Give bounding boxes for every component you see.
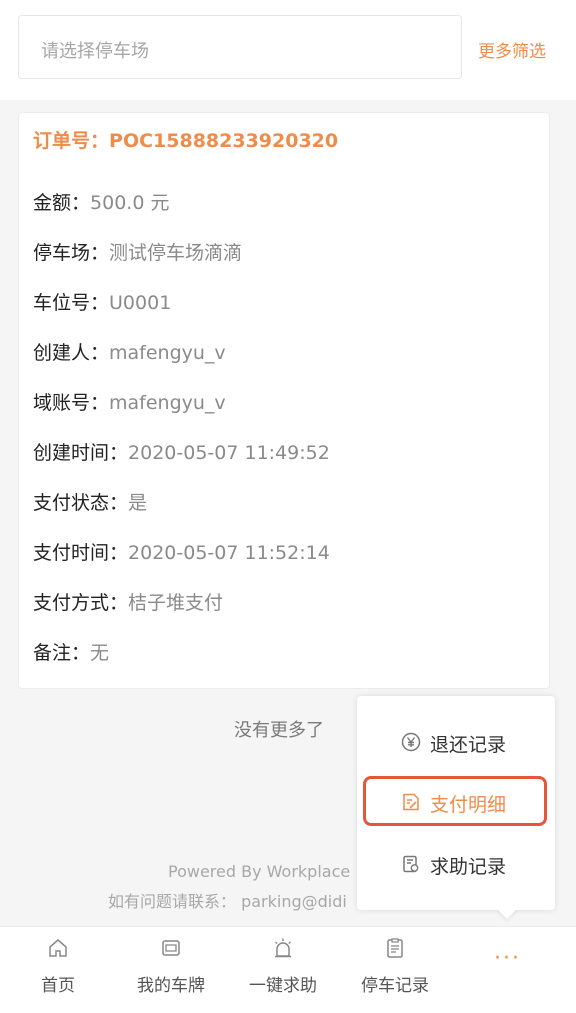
field-key: 车位号： (33, 292, 110, 314)
home-icon (47, 937, 69, 959)
field-key: 支付状态： (33, 492, 129, 514)
order-number-label: 订单号： (33, 130, 110, 152)
field-domain-account: 域账号：mafengyu_v (33, 388, 226, 415)
contact-text: 如有问题请联系： parking@didi (108, 892, 347, 911)
field-key: 停车场： (33, 242, 110, 264)
tab-label: 首页 (41, 976, 75, 996)
field-key: 创建人： (33, 342, 110, 364)
field-amount: 金额：500.0 元 (33, 188, 169, 215)
menu-item-label: 退还记录 (430, 734, 507, 756)
tab-sos[interactable]: 一键求助 (238, 927, 328, 1013)
field-key: 域账号： (33, 392, 110, 414)
field-parking-lot: 停车场：测试停车场滴滴 (33, 238, 242, 265)
order-number: 订单号：POC15888233920320 (33, 126, 338, 153)
field-remark: 备注：无 (33, 638, 109, 665)
tab-home[interactable]: 首页 (18, 927, 98, 1013)
field-key: 备注： (33, 642, 91, 664)
parking-lot-select[interactable]: 请选择停车场 (18, 15, 462, 79)
menu-item-label: 求助记录 (430, 856, 507, 878)
field-key: 金额： (33, 192, 91, 214)
highlight-box (363, 776, 547, 826)
bottom-tab-bar: 首页 我的车牌 一键求助 停车记录 (0, 926, 576, 1013)
field-pay-method: 支付方式：桔子堆支付 (33, 588, 223, 615)
tab-label: 一键求助 (249, 976, 317, 996)
field-value: 2020-05-07 11:49:52 (128, 442, 330, 464)
more-button[interactable]: ··· (494, 946, 521, 971)
field-value: 测试停车场滴滴 (109, 242, 243, 264)
field-value: mafengyu_v (109, 392, 226, 414)
field-created-time: 创建时间：2020-05-07 11:49:52 (33, 438, 330, 465)
field-key: 支付方式： (33, 592, 129, 614)
menu-item-help-record[interactable]: 求助记录 (357, 842, 555, 886)
license-plate-icon (160, 937, 182, 959)
tab-label: 停车记录 (361, 976, 429, 996)
field-key: 创建时间： (33, 442, 129, 464)
parking-lot-select-placeholder: 请选择停车场 (41, 41, 149, 62)
list-end-text: 没有更多了 (234, 720, 324, 741)
menu-item-refund-record[interactable]: 退还记录 (357, 720, 555, 764)
field-value: U0001 (109, 292, 172, 314)
tab-parking-records[interactable]: 停车记录 (350, 927, 440, 1013)
alarm-icon (272, 937, 294, 959)
field-value: 2020-05-07 11:52:14 (128, 542, 330, 564)
more-filter-link[interactable]: 更多筛选 (478, 37, 546, 62)
yen-circle-icon (401, 732, 421, 752)
tab-label: 我的车牌 (137, 976, 205, 996)
field-value: 无 (90, 642, 110, 664)
field-value: 桔子堆支付 (128, 592, 224, 614)
filter-bar: 请选择停车场 更多筛选 (0, 0, 576, 100)
help-record-icon (401, 854, 421, 874)
field-value: 500.0 元 (90, 192, 170, 214)
powered-by-text: Powered By Workplace (168, 862, 351, 881)
order-card: 订单号：POC15888233920320 金额：500.0 元 停车场：测试停… (18, 112, 550, 689)
field-key: 支付时间： (33, 542, 129, 564)
field-pay-status: 支付状态：是 (33, 488, 147, 515)
parking-record-icon (384, 937, 406, 959)
field-value: 是 (128, 492, 148, 514)
field-value: mafengyu_v (109, 342, 226, 364)
field-space-no: 车位号：U0001 (33, 288, 171, 315)
order-number-value: POC15888233920320 (109, 130, 339, 152)
tab-my-plates[interactable]: 我的车牌 (126, 927, 216, 1013)
field-pay-time: 支付时间：2020-05-07 11:52:14 (33, 538, 330, 565)
field-creator: 创建人：mafengyu_v (33, 338, 226, 365)
